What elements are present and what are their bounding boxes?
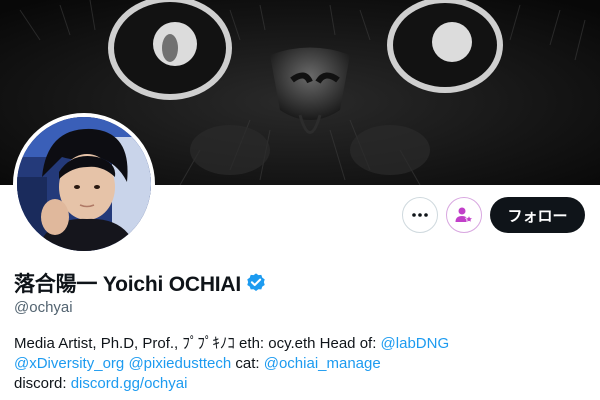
follow-button[interactable]: フォロー <box>490 197 585 233</box>
bio-line: @xDiversity_org @pixiedusttech cat: @och… <box>14 354 594 374</box>
subscribe-button[interactable] <box>446 197 482 233</box>
verified-badge-icon[interactable] <box>245 272 267 294</box>
user-handle: @ochyai <box>14 299 73 316</box>
mention-link[interactable]: @ochiai_manage <box>264 355 381 372</box>
avatar-photo <box>17 117 151 251</box>
more-options-button[interactable] <box>402 197 438 233</box>
display-name: 落合陽一 Yoichi OCHIAI <box>14 273 242 296</box>
discord-link[interactable]: discord.gg/ochyai <box>71 375 188 392</box>
profile-bio: Media Artist, Ph.D, Prof., ﾌﾟﾌﾟｷﾉｺ eth: … <box>14 334 594 394</box>
profile-avatar[interactable] <box>13 113 155 255</box>
bio-text: Media Artist, Ph.D, Prof., ﾌﾟﾌﾟｷﾉｺ eth: … <box>14 335 381 352</box>
bio-line: Media Artist, Ph.D, Prof., ﾌﾟﾌﾟｷﾉｺ eth: … <box>14 334 594 354</box>
mention-link[interactable]: @xDiversity_org <box>14 355 124 372</box>
mention-link[interactable]: @labDNG <box>381 335 450 352</box>
bio-line: discord: discord.gg/ochyai <box>14 374 594 394</box>
bio-text: cat: <box>231 355 264 372</box>
profile-name-row: 落合陽一 Yoichi OCHIAI <box>14 268 267 298</box>
bio-text: discord: <box>14 375 71 392</box>
more-horizontal-icon <box>412 213 428 217</box>
mention-link[interactable]: @pixiedusttech <box>128 355 231 372</box>
person-star-icon <box>455 207 474 223</box>
